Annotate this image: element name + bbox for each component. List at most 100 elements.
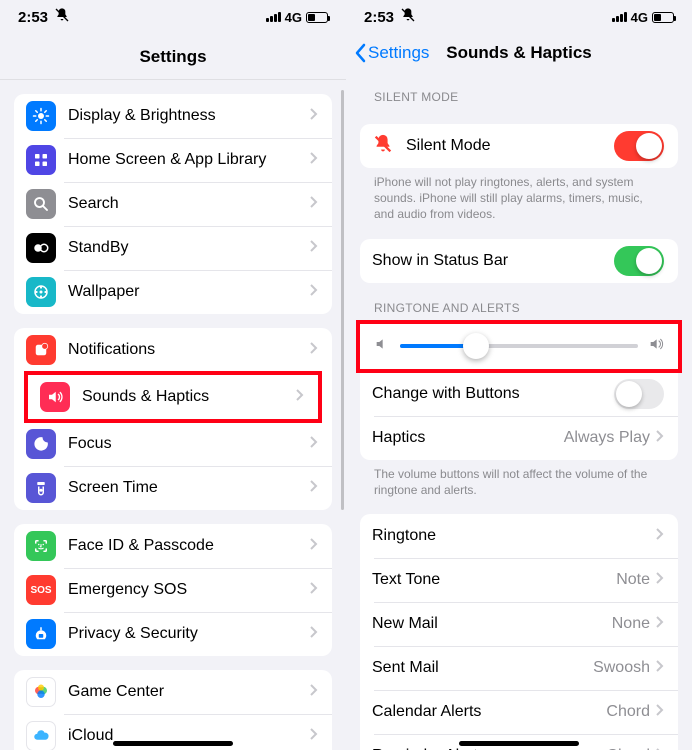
chevron-right-icon [310,107,318,125]
change-with-buttons-toggle[interactable] [614,379,664,409]
settings-row-sos[interactable]: SOS Emergency SOS [14,568,332,612]
search-icon [26,189,56,219]
row-label: Display & Brightness [68,107,310,125]
slider-thumb[interactable] [463,333,489,359]
chevron-right-icon [310,581,318,599]
chevron-right-icon [656,571,664,589]
homescreen-icon [26,145,56,175]
gamecenter-icon [26,677,56,707]
battery-icon [652,12,674,23]
volume-slider-highlight [356,320,682,373]
chevron-right-icon [310,283,318,301]
settings-row-wallpaper[interactable]: Wallpaper [14,270,332,314]
show-statusbar-label: Show in Status Bar [372,252,614,270]
back-button[interactable]: Settings [354,43,429,63]
page-title: Settings [0,34,346,80]
row-value: Chord [606,703,650,721]
standby-icon [26,233,56,263]
focus-icon [26,429,56,459]
settings-group: Game CenteriCloudWallet & Apple Pay [14,670,332,750]
row-label: Face ID & Passcode [68,537,310,555]
status-bar: 2:53 4G [346,0,692,34]
chevron-right-icon [310,537,318,555]
row-label: Game Center [68,683,310,701]
chevron-right-icon [656,703,664,721]
privacy-icon [26,619,56,649]
row-label: Sent Mail [372,659,593,677]
faceid-icon [26,531,56,561]
show-statusbar-row[interactable]: Show in Status Bar [360,239,678,283]
chevron-right-icon [656,659,664,677]
silent-mode-row[interactable]: Silent Mode [360,124,678,168]
row-value: Swoosh [593,659,650,677]
row-label: Home Screen & App Library [68,151,310,169]
settings-row-standby[interactable]: StandBy [14,226,332,270]
row-value: None [612,615,650,633]
row-label: Screen Time [68,479,310,497]
scrollbar[interactable] [341,90,344,510]
sound-row-new-mail[interactable]: New MailNone [360,602,678,646]
chevron-right-icon [310,435,318,453]
chevron-right-icon [656,615,664,633]
chevron-right-icon [310,341,318,359]
settings-row-focus[interactable]: Focus [14,422,332,466]
settings-row-homescreen[interactable]: Home Screen & App Library [14,138,332,182]
haptics-label: Haptics [372,429,564,447]
haptics-row[interactable]: Haptics Always Play [360,416,678,460]
sounds-haptics-screen: 2:53 4G Settings Sounds & Haptics SILENT… [346,0,692,750]
chevron-right-icon [310,625,318,643]
settings-row-screentime[interactable]: Screen Time [14,466,332,510]
settings-row-display[interactable]: Display & Brightness [14,94,332,138]
change-with-buttons-label: Change with Buttons [372,385,614,403]
settings-row-faceid[interactable]: Face ID & Passcode [14,524,332,568]
home-indicator[interactable] [459,741,579,746]
signal-icon [612,12,627,22]
settings-row-sounds[interactable]: Sounds & Haptics [28,375,318,419]
display-icon [26,101,56,131]
settings-group: Display & Brightness Home Screen & App Li… [14,94,332,314]
row-label: Emergency SOS [68,581,310,599]
battery-icon [306,12,328,23]
show-statusbar-toggle[interactable] [614,246,664,276]
ringtone-controls-group: Change with Buttons Haptics Always Play [360,372,678,460]
volume-high-icon [648,336,664,357]
row-label: Search [68,195,310,213]
row-label: Wallpaper [68,283,310,301]
settings-row-search[interactable]: Search [14,182,332,226]
settings-screen: 2:53 4G Settings Display & Brightness Hom… [0,0,346,750]
row-label: Notifications [68,341,310,359]
settings-row-privacy[interactable]: Privacy & Security [14,612,332,656]
silent-mode-group: Silent Mode [360,124,678,168]
screentime-icon [26,473,56,503]
chevron-right-icon [656,527,664,545]
row-label: Text Tone [372,571,616,589]
row-label: Focus [68,435,310,453]
sound-row-sent-mail[interactable]: Sent MailSwoosh [360,646,678,690]
change-with-buttons-row[interactable]: Change with Buttons [360,372,678,416]
sounds-icon [40,382,70,412]
statusbar-group: Show in Status Bar [360,239,678,283]
silent-mode-toggle[interactable] [614,131,664,161]
signal-icon [266,12,281,22]
silent-indicator-icon [54,7,70,27]
volume-low-icon [374,336,390,357]
sound-row-text-tone[interactable]: Text ToneNote [360,558,678,602]
back-label: Settings [368,43,429,63]
settings-row-notifications[interactable]: Notifications [14,328,332,372]
home-indicator[interactable] [113,741,233,746]
status-bar: 2:53 4G [0,0,346,34]
volume-slider-row[interactable] [360,324,678,369]
nav-bar: Settings Sounds & Haptics [346,34,692,72]
settings-row-gamecenter[interactable]: Game Center [14,670,332,714]
sos-icon: SOS [26,575,56,605]
row-label: Sounds & Haptics [82,388,296,406]
icloud-icon [26,721,56,750]
sounds-list-group: RingtoneText ToneNoteNew MailNoneSent Ma… [360,514,678,750]
sound-row-ringtone[interactable]: Ringtone [360,514,678,558]
wallpaper-icon [26,277,56,307]
row-label: Ringtone [372,527,656,545]
chevron-right-icon [310,239,318,257]
section-header-ringtone: RINGTONE AND ALERTS [346,283,692,321]
sound-row-calendar-alerts[interactable]: Calendar AlertsChord [360,690,678,734]
volume-slider[interactable] [400,344,638,348]
